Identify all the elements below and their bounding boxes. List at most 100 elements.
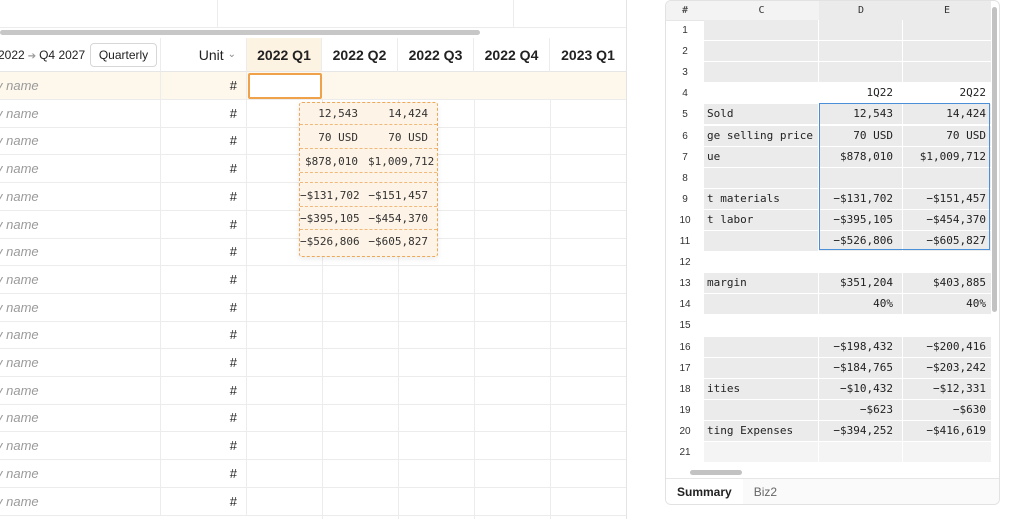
row-number[interactable]: 15 xyxy=(666,315,704,336)
sheet-cell-d[interactable]: $351,204 xyxy=(819,273,903,294)
row-name-placeholder[interactable]: v name xyxy=(0,238,161,267)
selected-cell[interactable] xyxy=(248,73,322,99)
row-number[interactable]: 21 xyxy=(666,442,704,463)
row-unit[interactable]: # xyxy=(161,210,247,239)
row-name-placeholder[interactable]: v name xyxy=(0,265,161,294)
sheet-cell-e[interactable] xyxy=(903,442,991,462)
sheet-cell-c[interactable]: t materials xyxy=(704,188,819,209)
row-unit[interactable]: # xyxy=(161,72,247,100)
sheet-cell-d[interactable] xyxy=(819,20,903,40)
row-name-placeholder[interactable]: v name xyxy=(0,210,161,239)
sheet-cell-c[interactable] xyxy=(704,167,819,188)
row-name-placeholder[interactable]: v name xyxy=(0,376,161,405)
sheet-cell-e[interactable] xyxy=(903,315,991,335)
sheet-cell-d[interactable]: −$10,432 xyxy=(819,378,903,399)
row-number[interactable]: 8 xyxy=(666,168,704,189)
sheet-tab-summary[interactable]: Summary xyxy=(666,479,743,504)
row-number[interactable]: 10 xyxy=(666,210,704,231)
sheet-cell-d[interactable] xyxy=(819,315,903,336)
row-number[interactable]: 19 xyxy=(666,400,704,421)
row-number[interactable]: 4 xyxy=(666,83,704,104)
sheet-cell-e[interactable] xyxy=(903,167,991,188)
row-unit[interactable]: # xyxy=(161,127,247,156)
date-range-selector[interactable]: 2022 ➔ Q4 2027 xyxy=(0,48,85,62)
row-number[interactable]: 9 xyxy=(666,189,704,210)
sheet-cell-e[interactable] xyxy=(903,62,991,83)
sheet-cell-c[interactable] xyxy=(704,357,819,378)
sheet-cell-c[interactable] xyxy=(704,83,819,104)
row-number[interactable]: 2 xyxy=(666,41,704,62)
row-number[interactable]: 12 xyxy=(666,252,704,273)
row-name-placeholder[interactable]: v name xyxy=(0,155,161,184)
row-unit[interactable]: # xyxy=(161,155,247,184)
sheet-cell-c[interactable]: Sold xyxy=(704,104,819,125)
row-number[interactable]: 3 xyxy=(666,62,704,83)
sheet-cell-e[interactable] xyxy=(903,20,991,40)
row-name-placeholder[interactable]: v name xyxy=(0,99,161,128)
sheet-cell-c[interactable] xyxy=(704,252,819,273)
row-name-placeholder[interactable]: v name xyxy=(0,459,161,488)
sheet-cell-e[interactable]: $403,885 xyxy=(903,273,991,294)
row-name-placeholder[interactable]: v name xyxy=(0,182,161,211)
column-header-c[interactable]: C xyxy=(704,1,819,21)
sheet-cell-d[interactable] xyxy=(819,62,903,83)
table-row[interactable]: v name # xyxy=(0,265,626,294)
sheet-cell-d[interactable] xyxy=(819,442,903,462)
sheet-cell-d[interactable] xyxy=(819,41,903,62)
sheet-cell-e[interactable]: −$203,242 xyxy=(903,357,991,378)
sheet-cell-d[interactable]: −$526,806 xyxy=(819,231,903,251)
row-name-placeholder[interactable]: v name xyxy=(0,349,161,377)
row-number[interactable]: 5 xyxy=(666,104,704,125)
sheet-cell-c[interactable]: ge selling price xyxy=(704,125,819,146)
row-header-corner[interactable]: # xyxy=(666,1,704,21)
sheet-cell-d[interactable]: 70 USD xyxy=(819,125,903,146)
quarter-column-header[interactable]: 2022 Q4 xyxy=(474,38,550,72)
sheet-cell-d[interactable]: 1Q22 xyxy=(819,83,903,104)
sheet-cell-e[interactable]: 14,424 xyxy=(903,104,991,125)
quarter-column-header[interactable]: 2022 Q3 xyxy=(398,38,474,72)
sheet-cell-d[interactable]: −$623 xyxy=(819,399,903,420)
table-row[interactable]: v name # xyxy=(0,459,626,488)
sheet-cell-e[interactable]: −$605,827 xyxy=(903,231,991,251)
sheet-cell-c[interactable] xyxy=(704,20,819,40)
sheet-cell-e[interactable] xyxy=(903,41,991,62)
row-number[interactable]: 6 xyxy=(666,126,704,147)
sheet-cell-c[interactable] xyxy=(704,336,819,357)
sheet-cell-e[interactable] xyxy=(903,252,991,272)
sheet-cell-c[interactable] xyxy=(704,315,819,336)
row-number[interactable]: 11 xyxy=(666,231,704,252)
row-number[interactable]: 13 xyxy=(666,273,704,294)
row-unit[interactable]: # xyxy=(161,376,247,405)
row-unit[interactable]: # xyxy=(161,349,247,377)
sheet-cell-e[interactable]: −$416,619 xyxy=(903,420,991,441)
row-unit[interactable]: # xyxy=(161,265,247,294)
sheet-cell-c[interactable] xyxy=(704,62,819,83)
column-header-d[interactable]: D xyxy=(819,1,903,21)
sheet-cell-c[interactable]: t labor xyxy=(704,209,819,230)
sheet-cell-d[interactable]: 12,543 xyxy=(819,104,903,125)
row-name-placeholder[interactable]: v name xyxy=(0,432,161,461)
table-row[interactable]: v name # xyxy=(0,376,626,405)
row-name-placeholder[interactable]: v name xyxy=(0,127,161,156)
sheet-cell-d[interactable]: $878,010 xyxy=(819,146,903,167)
row-unit[interactable]: # xyxy=(161,321,247,350)
sheet-cell-c[interactable]: ue xyxy=(704,146,819,167)
row-unit[interactable]: # xyxy=(161,293,247,322)
sheet-cell-e[interactable]: $1,009,712 xyxy=(903,146,991,167)
row-number[interactable]: 14 xyxy=(666,294,704,315)
sheet-cell-d[interactable] xyxy=(819,167,903,188)
sheet-cell-c[interactable]: ities xyxy=(704,378,819,399)
row-unit[interactable]: # xyxy=(161,404,247,433)
row-name-placeholder[interactable]: v name xyxy=(0,72,161,100)
row-number[interactable]: 20 xyxy=(666,421,704,442)
row-unit[interactable]: # xyxy=(161,432,247,461)
sheet-cell-c[interactable] xyxy=(704,399,819,420)
sheet-cell-c[interactable]: margin xyxy=(704,273,819,294)
sheet-cell-e[interactable]: −$151,457 xyxy=(903,188,991,209)
table-row[interactable]: v name # xyxy=(0,321,626,350)
row-number[interactable]: 16 xyxy=(666,337,704,358)
period-toggle-button[interactable]: Quarterly xyxy=(90,43,157,67)
sheet-cell-d[interactable]: −$184,765 xyxy=(819,357,903,378)
row-unit[interactable]: # xyxy=(161,182,247,211)
table-row[interactable]: v name # xyxy=(0,432,626,461)
